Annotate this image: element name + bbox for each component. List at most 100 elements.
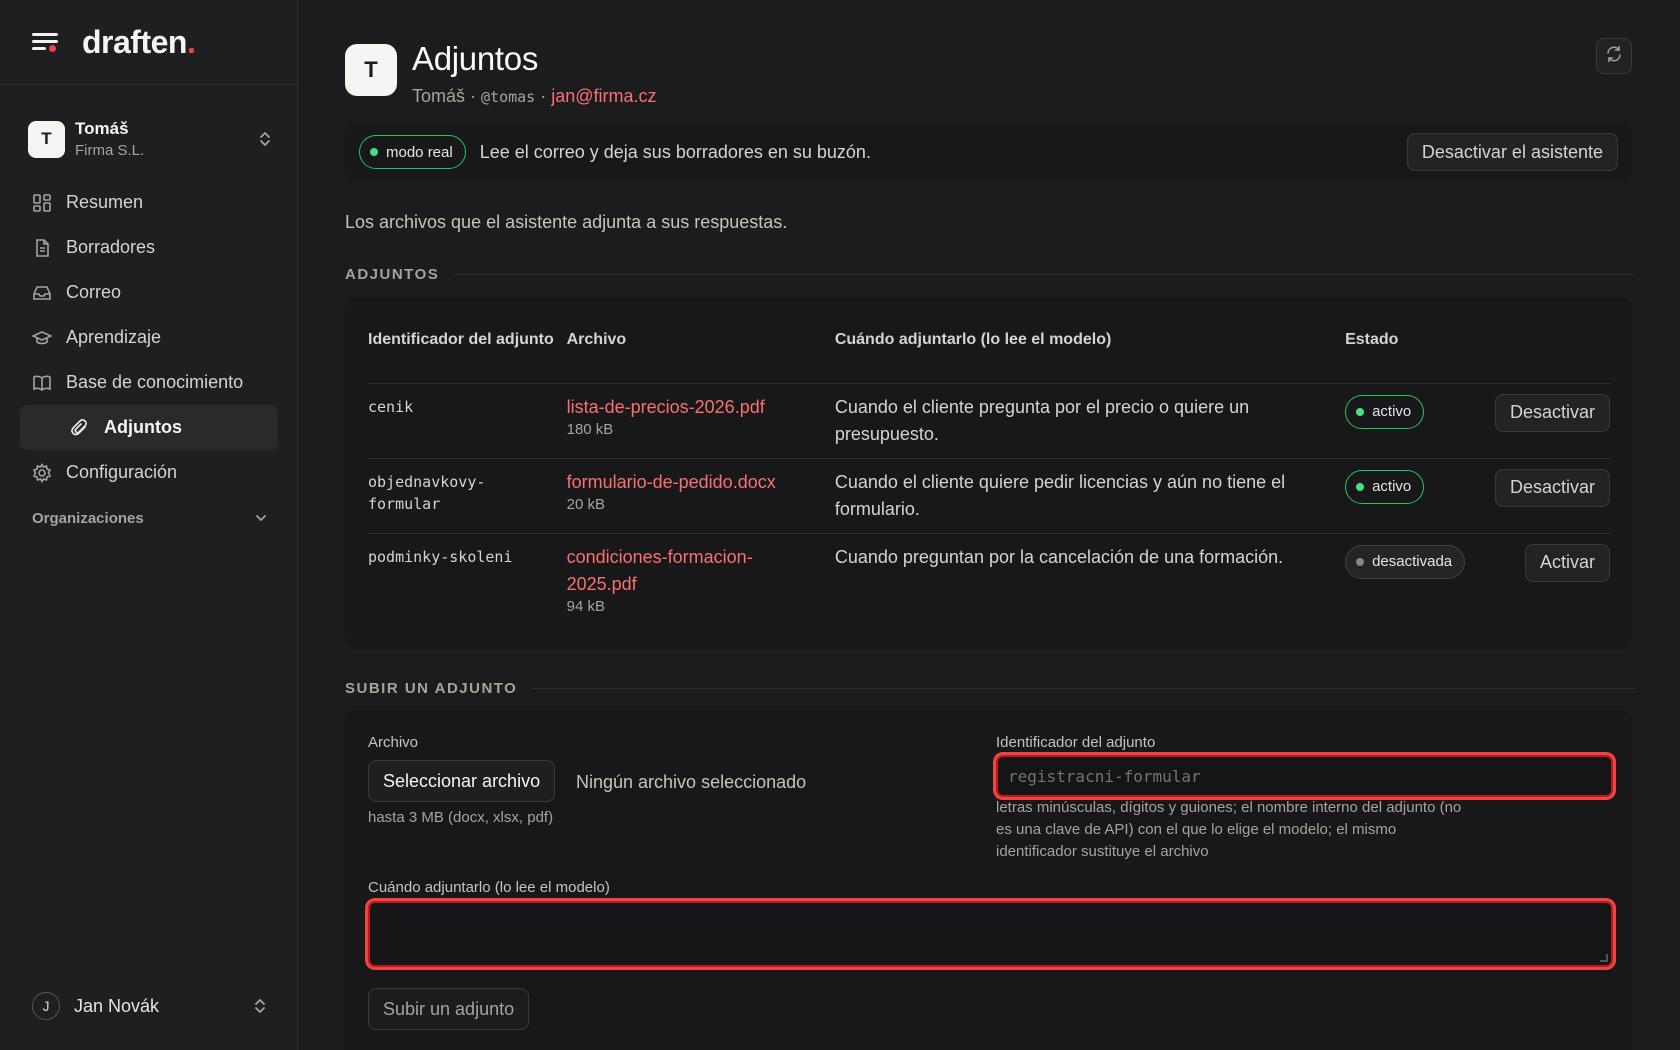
menu-icon[interactable] xyxy=(32,31,60,53)
deactivate-button[interactable]: Desactivar xyxy=(1494,393,1610,432)
page-meta: Tomáš · @tomas · jan@firma.cz xyxy=(412,86,657,106)
id-label: Identificador del adjunto xyxy=(996,734,1156,751)
document-icon xyxy=(32,238,52,258)
sidebar-item-label: Aprendizaje xyxy=(66,327,162,347)
status-dot xyxy=(1356,557,1365,566)
file-link[interactable]: formulario-de-pedido.docx xyxy=(567,469,835,496)
organizations-label: Organizaciones xyxy=(32,510,144,527)
refresh-button[interactable] xyxy=(1596,38,1632,74)
attachment-file: formulario-de-pedido.docx 20 kB xyxy=(566,457,835,533)
id-placeholder: registracni-formular xyxy=(1008,766,1201,786)
attachment-id: podminky-skoleni xyxy=(368,532,567,626)
column-header-id: Identificador del adjunto xyxy=(368,330,554,348)
activate-button[interactable]: Activar xyxy=(1524,543,1610,582)
select-file-button[interactable]: Seleccionar archivo xyxy=(368,760,556,802)
deactivate-button[interactable]: Desactivar xyxy=(1494,468,1610,507)
file-link[interactable]: lista-de-precios-2026.pdf xyxy=(567,394,835,421)
sidebar-item-aprendizaje[interactable]: Aprendizaje xyxy=(20,315,278,360)
upload-section-label: SUBIR UN ADJUNTO xyxy=(345,680,1635,697)
attachment-state: desactivada xyxy=(1345,532,1495,626)
sidebar-item-label: Correo xyxy=(66,282,122,302)
file-label: Archivo xyxy=(368,734,419,751)
upload-submit-button[interactable]: Subir un adjunto xyxy=(368,988,530,1030)
sidebar-nav: Resumen Borradores Correo Aprendizaje Ba… xyxy=(20,180,278,495)
table-row: cenik lista-de-precios-2026.pdf 180 kB C… xyxy=(368,382,1610,458)
page-avatar: T xyxy=(345,44,397,96)
organizations-toggle[interactable]: Organizaciones xyxy=(32,510,268,527)
attachment-state: activo xyxy=(1345,457,1495,533)
resize-handle[interactable] xyxy=(1600,954,1608,962)
gear-icon xyxy=(32,462,52,483)
meta-name: Tomáš xyxy=(412,86,466,106)
org-name: Tomáš xyxy=(75,119,129,138)
column-header-file: Archivo xyxy=(566,330,627,348)
sidebar-item-borradores[interactable]: Borradores xyxy=(20,225,278,270)
id-hint: letras minúsculas, dígitos y guiones; el… xyxy=(996,799,1462,860)
column-header-actions xyxy=(1495,297,1610,383)
status-dot xyxy=(1356,482,1365,491)
attachments-section-label: ADJUNTOS xyxy=(345,266,1635,283)
chevron-down-icon xyxy=(254,510,268,527)
sidebar-item-label: Resumen xyxy=(66,192,144,212)
graduation-cap-icon xyxy=(32,328,52,348)
inbox-icon xyxy=(32,283,52,303)
sidebar-item-adjuntos[interactable]: Adjuntos xyxy=(20,405,278,450)
book-icon xyxy=(32,373,52,393)
org-avatar: T xyxy=(28,120,65,158)
status-badge: activo xyxy=(1345,394,1425,429)
sidebar-item-label: Borradores xyxy=(66,237,156,257)
refresh-icon xyxy=(1605,45,1623,68)
sidebar-item-label: Base de conocimiento xyxy=(66,372,244,392)
attachments-card: Identificador del adjunto Archivo Cuándo… xyxy=(345,297,1632,649)
file-size: 94 kB xyxy=(566,597,605,615)
meta-handle: @tomas xyxy=(481,88,536,106)
status-dot xyxy=(1356,407,1365,416)
when-textarea[interactable] xyxy=(368,901,1613,967)
attachment-id-input[interactable]: registracni-formular xyxy=(996,755,1613,797)
file-size: 180 kB xyxy=(566,420,614,438)
mode-description: Lee el correo y deja sus borradores en s… xyxy=(479,141,871,162)
file-link[interactable]: condiciones-formacion- 2025.pdf xyxy=(567,544,835,598)
table-row: podminky-skoleni condiciones-formacion- 2… xyxy=(368,532,1610,626)
chevrons-up-down-icon xyxy=(252,997,268,1015)
column-header-state: Estado xyxy=(1345,330,1399,348)
status-badge: activo xyxy=(1345,469,1425,504)
brand-header: draften. xyxy=(0,0,297,85)
mode-badge: modo real xyxy=(359,135,466,169)
attachments-table: Identificador del adjunto Archivo Cuándo… xyxy=(368,297,1610,626)
paperclip-icon xyxy=(70,418,90,438)
table-row: objednavkovy-formular formulario-de-pedi… xyxy=(368,457,1610,533)
attachment-actions: Desactivar xyxy=(1494,457,1610,533)
sidebar-item-correo[interactable]: Correo xyxy=(20,270,278,315)
column-header-when: Cuándo adjuntarlo (lo lee el modelo) xyxy=(834,330,1112,348)
sidebar-item-configuracion[interactable]: Configuración xyxy=(20,450,278,495)
sidebar: draften. T Tomáš Firma S.L. Resumen Borr… xyxy=(0,0,298,1050)
sidebar-item-resumen[interactable]: Resumen xyxy=(20,180,278,225)
user-switcher[interactable]: J Jan Novák xyxy=(32,992,268,1020)
page-header: T Adjuntos Tomáš · @tomas · jan@firma.cz xyxy=(345,40,657,107)
sidebar-item-label: Configuración xyxy=(66,462,178,482)
attachment-id: objednavkovy-formular xyxy=(368,457,567,533)
logo[interactable]: draften. xyxy=(82,24,196,61)
no-file-text: Ningún archivo seleccionado xyxy=(576,772,807,792)
status-badge: desactivada xyxy=(1345,544,1466,579)
page-title: Adjuntos xyxy=(412,40,539,77)
table-header-row: Identificador del adjunto Archivo Cuándo… xyxy=(368,297,1610,383)
file-size: 20 kB xyxy=(566,495,605,513)
attachment-state: activo xyxy=(1345,382,1495,458)
attachment-file: lista-de-precios-2026.pdf 180 kB xyxy=(566,382,835,458)
user-avatar: J xyxy=(32,992,60,1020)
attachment-actions: Desactivar xyxy=(1494,382,1610,458)
attachment-when: Cuando el cliente pregunta por el precio… xyxy=(834,382,1346,458)
dashboard-icon xyxy=(32,193,52,213)
mode-bar: modo real Lee el correo y deja sus borra… xyxy=(345,124,1632,180)
user-name: Jan Novák xyxy=(74,995,160,1016)
file-hint: hasta 3 MB (docx, xlsx, pdf) xyxy=(368,809,554,826)
disable-assistant-button[interactable]: Desactivar el asistente xyxy=(1406,133,1618,171)
attachment-when: Cuando el cliente quiere pedir licencias… xyxy=(834,457,1346,533)
meta-email[interactable]: jan@firma.cz xyxy=(551,86,656,106)
attachment-when: Cuando preguntan por la cancelación de u… xyxy=(834,532,1346,626)
sidebar-item-base-de-conocimiento[interactable]: Base de conocimiento xyxy=(20,360,278,405)
org-switcher[interactable]: T Tomáš Firma S.L. xyxy=(28,114,273,164)
org-subtitle: Firma S.L. xyxy=(75,142,145,159)
